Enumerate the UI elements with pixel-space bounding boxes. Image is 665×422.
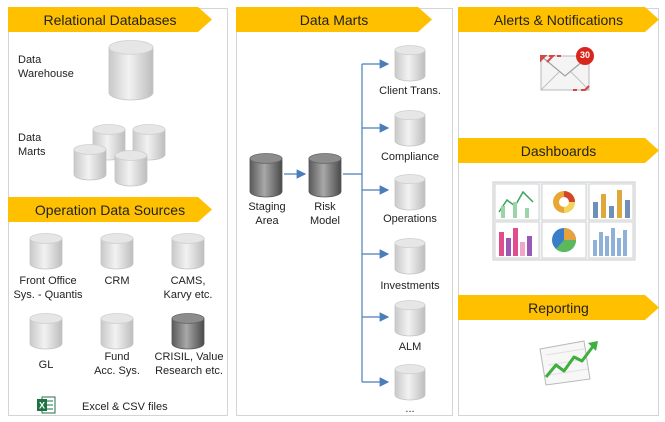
dashboards-title: Dashboards bbox=[520, 142, 597, 159]
alm-database-icon bbox=[394, 300, 426, 337]
dashboard-charts-icon bbox=[492, 181, 636, 261]
staging-area-database-icon bbox=[249, 153, 283, 198]
client-trans-label: Client Trans. bbox=[379, 85, 441, 97]
operations-database-icon bbox=[394, 174, 426, 211]
alerts-notifications-title: Alerts & Notifications bbox=[493, 11, 624, 28]
alm-label: ALM bbox=[398, 341, 422, 353]
reporting-title: Reporting bbox=[528, 299, 589, 316]
investments-database-icon bbox=[394, 238, 426, 275]
investments-label: Investments bbox=[380, 280, 440, 292]
risk-model-database-icon bbox=[308, 153, 342, 198]
more-marts-database-icon bbox=[394, 364, 426, 401]
operations-label: Operations bbox=[383, 213, 437, 225]
staging-area-label: Staging Area bbox=[248, 201, 286, 227]
reporting-trend-icon bbox=[539, 340, 598, 386]
compliance-database-icon bbox=[394, 110, 426, 147]
notification-count-badge: 30 bbox=[579, 50, 590, 60]
dashboards-banner: Dashboards bbox=[458, 138, 659, 163]
more-marts-ellipsis: ... bbox=[405, 403, 415, 415]
reporting-banner: Reporting bbox=[458, 295, 659, 320]
alerts-notifications-banner: Alerts & Notifications bbox=[458, 7, 659, 32]
compliance-label: Compliance bbox=[380, 151, 440, 163]
client-trans-database-icon bbox=[394, 45, 426, 82]
risk-model-label: Risk Model bbox=[310, 201, 340, 227]
